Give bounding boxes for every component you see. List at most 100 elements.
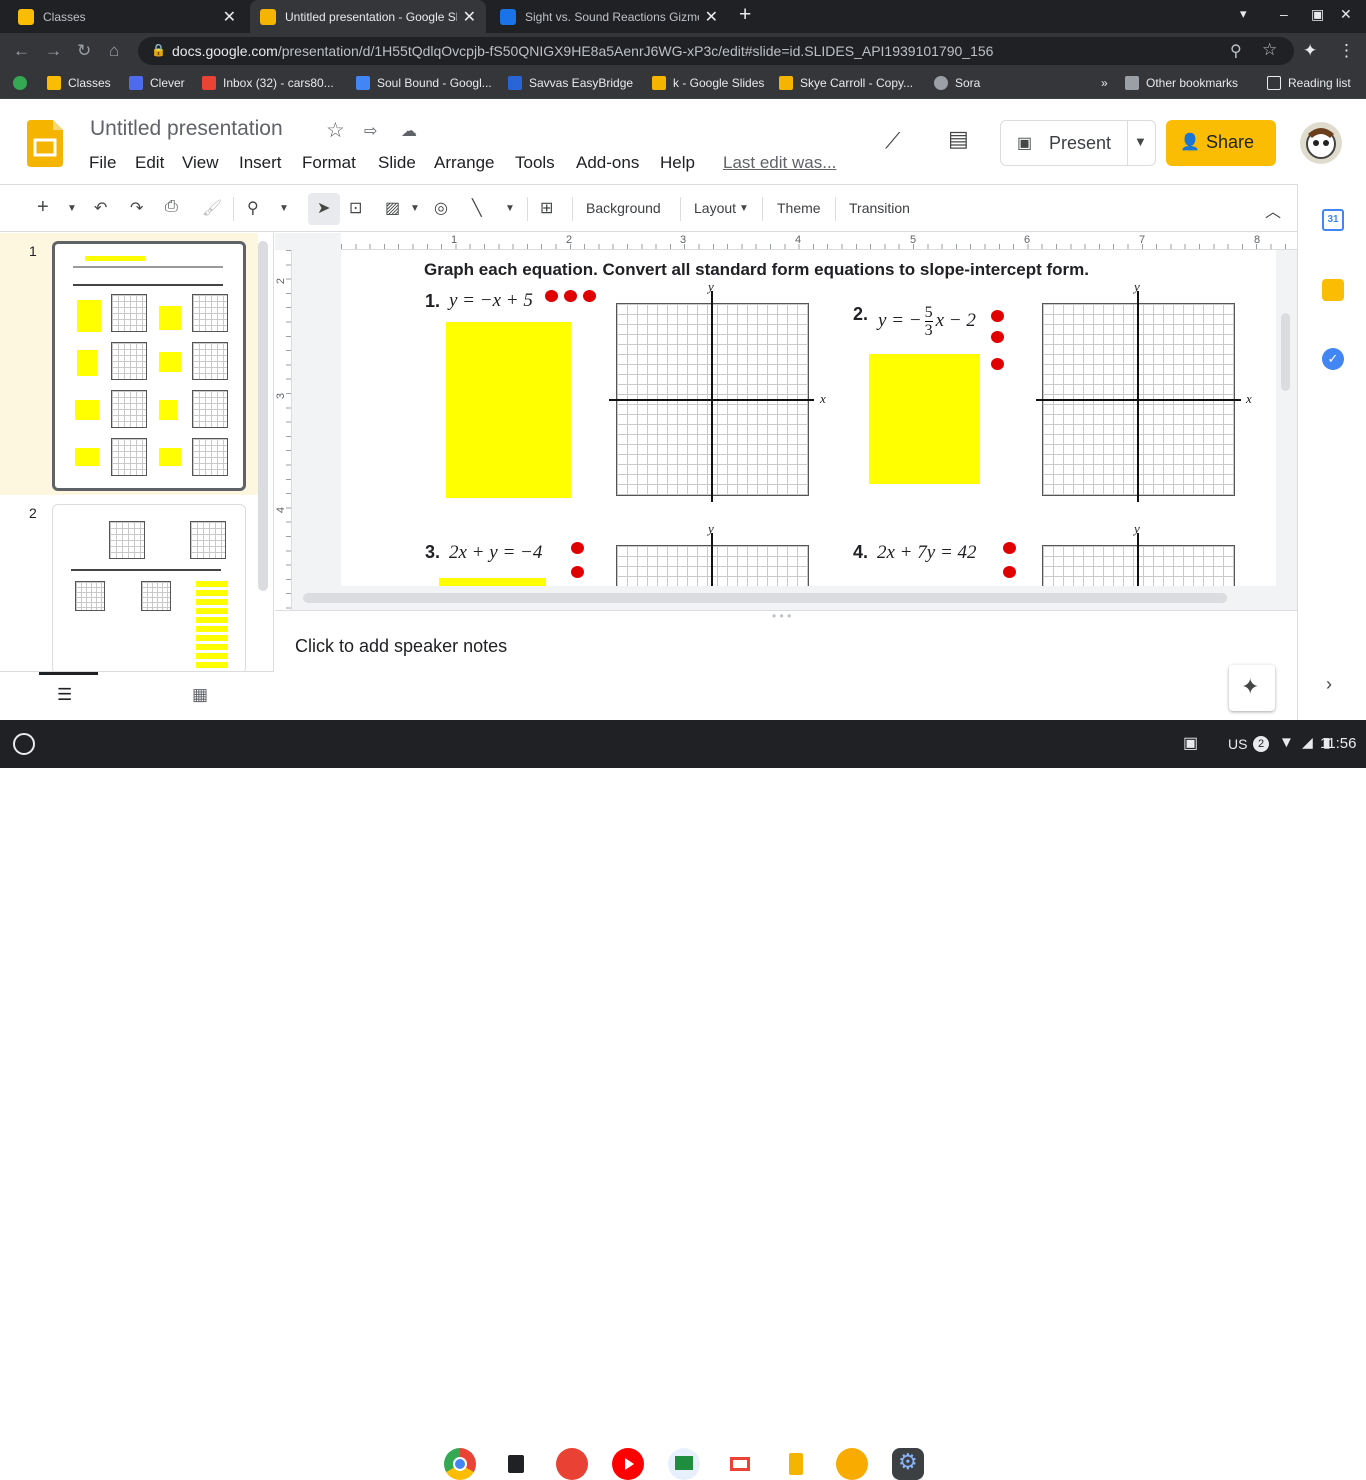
red-dot-marker[interactable] — [571, 566, 584, 578]
image-icon[interactable]: ▨ — [385, 198, 400, 218]
menu-arrange[interactable]: Arrange — [434, 153, 494, 173]
star-icon[interactable]: ☆ — [326, 118, 345, 143]
present-dropdown-icon[interactable]: ▼ — [1134, 134, 1147, 149]
document-title[interactable]: Untitled presentation — [90, 117, 283, 141]
new-slide-dropdown-icon[interactable]: ▼ — [67, 203, 77, 214]
settings-app-icon[interactable]: ⚙ — [892, 1448, 924, 1480]
collapse-toolbar-icon[interactable]: ︿ — [1265, 198, 1281, 222]
filmstrip-scrollbar[interactable] — [258, 241, 268, 591]
close-tab-icon[interactable]: ✕ — [223, 7, 236, 27]
canvas-horizontal-scrollbar[interactable] — [303, 593, 1227, 603]
back-icon[interactable]: ← — [13, 41, 30, 61]
red-dot-marker[interactable] — [991, 358, 1004, 370]
theme-button[interactable]: Theme — [777, 200, 821, 216]
cloud-status-icon[interactable]: ☁ — [401, 121, 417, 141]
bookmark-star-icon[interactable]: ☆ — [1262, 40, 1277, 60]
slides-logo-icon[interactable] — [27, 120, 63, 167]
list-view-icon[interactable]: ☰ — [57, 685, 72, 705]
tab-gizmo[interactable]: Sight vs. Sound Reactions Gizmo ✕ — [490, 0, 728, 33]
move-folder-icon[interactable]: ⇨ — [364, 121, 377, 141]
other-bookmarks[interactable]: Other bookmarks — [1125, 76, 1238, 90]
shape-icon[interactable]: ◎ — [434, 198, 448, 218]
red-dot-marker[interactable] — [571, 542, 584, 554]
zoom-dropdown-icon[interactable]: ▼ — [279, 203, 289, 214]
red-dot-marker[interactable] — [545, 290, 558, 302]
wifi-icon[interactable]: ▼ — [1279, 734, 1294, 751]
home-icon[interactable]: ⌂ — [109, 41, 119, 61]
calculator-app-icon[interactable] — [500, 1448, 532, 1480]
bookmark-inbox[interactable]: Inbox (32) - cars80... — [202, 76, 334, 90]
comments-icon[interactable]: ▤ — [948, 126, 969, 152]
menu-view[interactable]: View — [182, 153, 219, 173]
chrome-menu-icon[interactable]: ⋮ — [1338, 41, 1355, 61]
red-dot-marker[interactable] — [991, 310, 1004, 322]
pear-deck-app-icon[interactable] — [836, 1448, 868, 1480]
line-icon[interactable]: ╲ — [472, 198, 482, 218]
canvas-app-icon[interactable] — [556, 1448, 588, 1480]
input-method-label[interactable]: US — [1228, 736, 1247, 752]
menu-file[interactable]: File — [89, 153, 116, 173]
extensions-icon[interactable]: ✦ — [1303, 41, 1317, 61]
slide-2-thumbnail[interactable] — [52, 504, 246, 674]
bookmark-skye-carroll[interactable]: Skye Carroll - Copy... — [779, 76, 913, 90]
menu-tools[interactable]: Tools — [515, 153, 555, 173]
new-tab-icon[interactable]: + — [739, 3, 751, 27]
zoom-icon[interactable]: ⚲ — [247, 198, 259, 218]
explore-button[interactable]: ✦ — [1229, 665, 1275, 711]
present-button[interactable]: ▣ Present ▼ — [1000, 120, 1156, 166]
resize-handle-icon[interactable]: • • • — [772, 609, 791, 623]
red-dot-marker[interactable] — [583, 290, 596, 302]
yellow-answer-box[interactable] — [869, 354, 980, 484]
select-cursor-icon[interactable]: ➤ — [317, 198, 330, 218]
image-dropdown-icon[interactable]: ▼ — [410, 203, 420, 214]
zoom-icon[interactable]: ⚲ — [1230, 41, 1242, 61]
menu-slide[interactable]: Slide — [378, 153, 416, 173]
tab-search-icon[interactable]: ▾ — [1240, 6, 1247, 22]
reload-icon[interactable]: ↻ — [77, 41, 91, 61]
new-slide-icon[interactable]: + — [37, 196, 49, 219]
keep-icon[interactable] — [1322, 279, 1344, 301]
slide-canvas[interactable]: Graph each equation. Convert all standar… — [341, 250, 1276, 586]
text-box-icon[interactable]: ⊡ — [349, 198, 362, 218]
reading-list[interactable]: Reading list — [1267, 76, 1351, 90]
speaker-notes-panel[interactable]: • • • Click to add speaker notes ✦ — [275, 609, 1297, 720]
red-dot-marker[interactable] — [1003, 566, 1016, 578]
background-button[interactable]: Background — [586, 200, 661, 216]
undo-icon[interactable]: ↶ — [94, 198, 107, 218]
bookmark-savvas[interactable]: Savvas EasyBridge — [508, 76, 633, 90]
launcher-icon[interactable] — [13, 733, 35, 755]
clock-time[interactable]: 11:56 — [1320, 735, 1356, 752]
add-comment-icon[interactable]: ⊞ — [540, 198, 553, 218]
redo-icon[interactable]: ↷ — [130, 198, 143, 218]
close-window-icon[interactable]: ✕ — [1340, 6, 1352, 23]
bookmark-clever[interactable]: Clever — [129, 76, 185, 90]
layout-dropdown-icon[interactable]: ▼ — [739, 203, 749, 214]
paint-format-icon[interactable]: 🖌 — [202, 198, 222, 218]
url-omnibox[interactable]: 🔒 docs.google.com/presentation/d/1H55tQd… — [138, 37, 1294, 65]
more-bookmarks-icon[interactable]: » — [1101, 76, 1108, 90]
apps-icon[interactable] — [13, 76, 34, 90]
minimize-icon[interactable]: – — [1280, 6, 1288, 22]
tab-classes[interactable]: Classes ✕ — [8, 0, 246, 33]
last-edit-link[interactable]: Last edit was... — [723, 153, 836, 173]
slides-app-icon[interactable] — [780, 1448, 812, 1480]
menu-format[interactable]: Format — [302, 153, 356, 173]
grid-view-icon[interactable]: ▦ — [192, 685, 208, 705]
forward-icon[interactable]: → — [45, 41, 62, 61]
menu-add-ons[interactable]: Add-ons — [576, 153, 639, 173]
tab-untitled-presentation[interactable]: Untitled presentation - Google Sl ✕ — [250, 0, 486, 33]
maximize-icon[interactable]: ▣ — [1311, 6, 1324, 23]
transition-button[interactable]: Transition — [849, 200, 910, 216]
menu-edit[interactable]: Edit — [135, 153, 164, 173]
yellow-answer-box[interactable] — [446, 322, 571, 498]
bookmark-k-slides[interactable]: k - Google Slides — [652, 76, 764, 90]
yellow-answer-box[interactable] — [439, 578, 546, 586]
red-dot-marker[interactable] — [1003, 542, 1016, 554]
notification-badge[interactable]: 2 — [1253, 736, 1269, 752]
bookmark-classes[interactable]: Classes — [47, 76, 111, 90]
red-dot-marker[interactable] — [564, 290, 577, 302]
avatar[interactable] — [1300, 122, 1342, 164]
chrome-app-icon[interactable] — [444, 1448, 476, 1480]
calendar-icon[interactable]: 31 — [1322, 209, 1344, 231]
print-icon[interactable]: ⎙ — [165, 198, 178, 216]
